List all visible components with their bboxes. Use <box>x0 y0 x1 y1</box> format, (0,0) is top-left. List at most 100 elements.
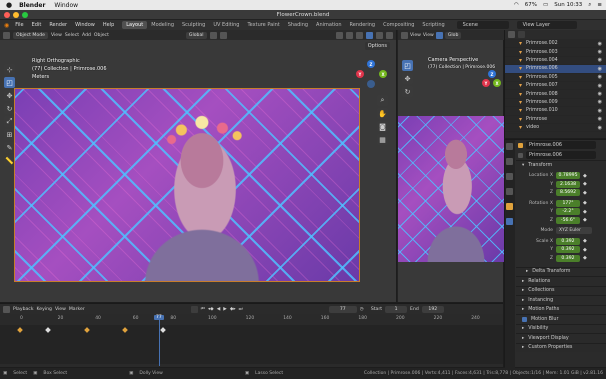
eye-icon[interactable]: ◉ <box>598 99 602 105</box>
gizmo-y[interactable]: Y <box>356 70 364 78</box>
next-key-icon[interactable]: ◆▸ <box>230 307 236 312</box>
cursor-icon[interactable]: ⊹ <box>4 64 15 75</box>
shading-render-icon[interactable] <box>386 31 393 39</box>
clock-icon[interactable]: ◷ <box>360 307 364 312</box>
menu-add[interactable]: Add <box>82 33 91 38</box>
menu-edit[interactable]: Edit <box>32 22 42 28</box>
camera-orientation[interactable]: Glob <box>444 31 462 39</box>
wrench-icon[interactable] <box>506 218 513 225</box>
play-reverse-icon[interactable]: ◀ <box>217 307 221 312</box>
shading-solid-icon[interactable] <box>366 31 373 39</box>
rotation-x[interactable]: 177° <box>556 199 580 207</box>
tool-tab-icon[interactable] <box>506 143 513 150</box>
blender-logo-icon[interactable]: ◉ <box>4 22 9 29</box>
tab-modeling[interactable]: Modeling <box>147 21 178 29</box>
keyframe-icon[interactable]: ◆ <box>583 238 587 244</box>
keyframe-icon[interactable]: ◆ <box>583 247 587 253</box>
gizmo-x[interactable]: X <box>493 79 501 87</box>
outliner-row[interactable]: ▾ Primrose.003 ◉ <box>505 48 606 57</box>
outliner-row[interactable]: ▾ Primrose.010 ◉ <box>505 107 606 116</box>
editor-type-icon[interactable] <box>401 31 408 39</box>
delta-transform-header[interactable]: ▸ Delta Transform <box>516 266 606 276</box>
select-box-icon[interactable]: ◰ <box>402 60 413 71</box>
outliner-row-selected[interactable]: ▾ Primrose.006 ◉ <box>505 65 606 74</box>
tab-texture-paint[interactable]: Texture Paint <box>243 21 283 29</box>
scale-y[interactable]: 0.392 <box>556 246 580 254</box>
video-plane[interactable] <box>14 88 360 282</box>
rotate-icon[interactable]: ↻ <box>402 86 413 97</box>
apple-icon[interactable]: ● <box>6 1 12 9</box>
outliner-row[interactable]: ▾ Primrose.008 ◉ <box>505 90 606 99</box>
camera-gizmo[interactable]: Z Y X <box>482 70 502 90</box>
shading-solid-icon[interactable] <box>435 31 443 39</box>
xray-icon[interactable] <box>356 31 363 39</box>
tab-layout[interactable]: Layout <box>122 21 148 29</box>
keyframe-icon[interactable]: ◆ <box>583 217 587 223</box>
outliner-row[interactable]: ▾ Primrose.005 ◉ <box>505 74 606 82</box>
move-icon[interactable]: ✥ <box>402 73 413 84</box>
close-button[interactable] <box>4 12 10 18</box>
play-icon[interactable]: ▶ <box>223 307 227 312</box>
outliner-row[interactable]: ▾ Primrose.009 ◉ <box>505 99 606 108</box>
battery-icon[interactable]: ▭ <box>543 2 548 8</box>
panel-relations[interactable]: ▸ Relations <box>516 276 606 286</box>
panel-motion-blur[interactable]: Motion Blur <box>516 314 606 324</box>
timeline-menu-playback[interactable]: Playback <box>13 307 34 312</box>
eye-icon[interactable]: ◉ <box>598 66 602 72</box>
menu-file[interactable]: File <box>15 22 23 28</box>
menu-window[interactable]: Window <box>75 22 95 28</box>
search-icon[interactable]: ⌕ <box>588 2 591 9</box>
eye-icon[interactable]: ◉ <box>598 57 602 63</box>
eye-icon[interactable]: ◉ <box>598 91 602 97</box>
eye-icon[interactable]: ◉ <box>598 125 602 131</box>
timeline-menu-view[interactable]: View <box>55 307 66 312</box>
menu-view[interactable]: View <box>51 33 62 38</box>
orientation-dropdown[interactable]: Global <box>185 31 207 39</box>
zoom-icon[interactable]: ⌕ <box>377 95 388 106</box>
camera-menu-view-2[interactable]: View <box>423 33 434 38</box>
keyframe-icon[interactable]: ◆ <box>583 181 587 187</box>
gizmo-z[interactable]: Z <box>367 60 375 68</box>
gizmo-x[interactable]: X <box>379 70 387 78</box>
playhead[interactable] <box>159 315 160 366</box>
eye-icon[interactable] <box>336 31 343 39</box>
start-frame-field[interactable]: 1 <box>385 305 408 313</box>
menu-object[interactable]: Object <box>94 33 109 38</box>
options-dropdown[interactable]: Options <box>364 42 390 50</box>
jump-end-icon[interactable]: ⏭ <box>239 306 243 312</box>
timeline-menu-keying[interactable]: Keying <box>37 307 52 312</box>
eye-icon[interactable]: ◉ <box>598 49 602 55</box>
panel-visibility[interactable]: ▸ Visibility <box>516 323 606 333</box>
select-box-icon[interactable]: ◰ <box>4 77 15 88</box>
keyframe-icon[interactable]: ◆ <box>583 200 587 206</box>
tab-uv-editing[interactable]: UV Editing <box>209 21 243 29</box>
panel-instancing[interactable]: ▸ Instancing <box>516 295 606 305</box>
motion-blur-checkbox[interactable] <box>522 316 527 322</box>
menu-icon[interactable]: ≡ <box>597 2 602 8</box>
eye-icon[interactable]: ◉ <box>598 83 602 89</box>
shading-material-icon[interactable] <box>376 31 383 39</box>
menu-render[interactable]: Render <box>49 22 67 28</box>
location-y[interactable]: 2.1638 <box>556 180 580 188</box>
eye-icon[interactable]: ◉ <box>598 108 602 114</box>
keyframe-marker[interactable] <box>84 327 90 333</box>
timeline-menu-marker[interactable]: Marker <box>69 307 85 312</box>
location-x[interactable]: 0.78995 <box>556 172 580 180</box>
gizmo-neg[interactable] <box>367 80 375 88</box>
app-name[interactable]: Blender <box>19 2 45 9</box>
panel-motion-paths[interactable]: ▸ Motion Paths <box>516 304 606 314</box>
editor-type-icon[interactable] <box>508 31 515 38</box>
overlay-icon[interactable] <box>346 31 353 39</box>
minimize-button[interactable] <box>13 12 19 18</box>
hand-icon[interactable]: ✋ <box>377 108 388 119</box>
gizmo-y[interactable]: Y <box>482 79 490 87</box>
outliner-row[interactable]: ▾ Primrose.007 ◉ <box>505 82 606 91</box>
panel-custom-properties[interactable]: ▸ Custom Properties <box>516 342 606 352</box>
eye-icon[interactable]: ◉ <box>598 74 602 80</box>
tab-scripting[interactable]: Scripting <box>418 21 448 29</box>
scene-selector[interactable]: Scene <box>456 21 509 29</box>
snap-icon[interactable] <box>209 31 217 39</box>
keyframe-icon[interactable]: ◆ <box>583 209 587 215</box>
editor-type-icon[interactable] <box>3 31 10 39</box>
clock[interactable]: Sun 10:33 <box>554 2 582 8</box>
